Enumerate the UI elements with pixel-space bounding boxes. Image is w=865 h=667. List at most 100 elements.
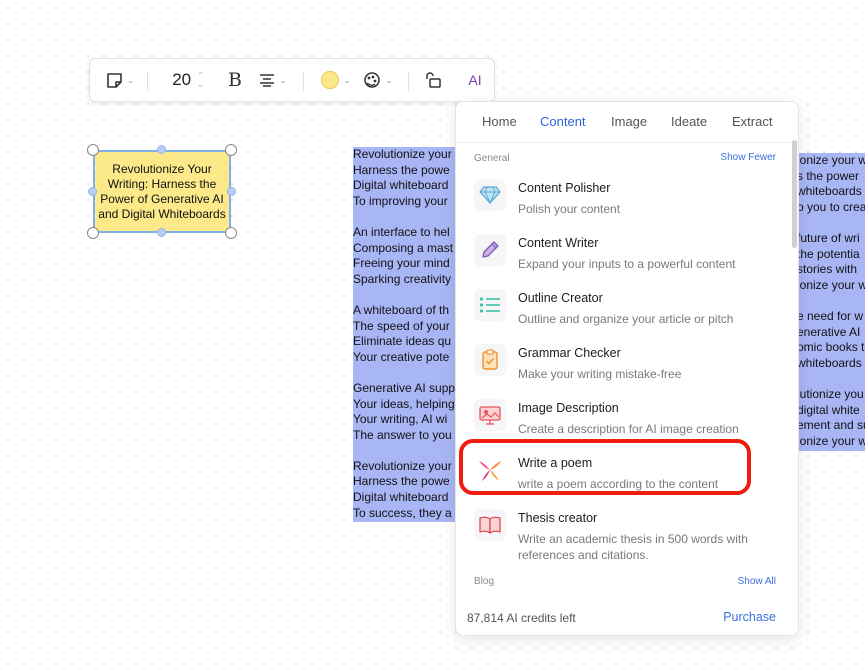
- item-title: Content Writer: [518, 236, 599, 250]
- resize-handle-bottom[interactable]: [157, 228, 166, 237]
- purchase-link[interactable]: Purchase: [723, 610, 776, 624]
- text-line: o you to crea: [797, 199, 865, 214]
- ai-label: AI: [468, 72, 482, 88]
- list-item-image-description[interactable]: Image Description Create a description f…: [474, 399, 774, 449]
- ai-panel: Home Content Image Ideate Extract Genera…: [455, 101, 799, 636]
- font-size-stepper[interactable]: 20 ⌃ ⌄: [166, 59, 210, 101]
- text-line: Harness the powe: [353, 162, 450, 177]
- text-line: Eliminate ideas qu: [353, 334, 452, 349]
- tab-image[interactable]: Image: [611, 114, 647, 129]
- chevron-down-icon: ⌄: [126, 74, 135, 85]
- resize-handle-top-left[interactable]: [87, 144, 99, 156]
- sticky-note[interactable]: Revolutionize Your Writing: Harness the …: [93, 150, 231, 233]
- item-title: Content Polisher: [518, 181, 611, 195]
- text-line: digital white: [797, 402, 860, 417]
- item-title: Image Description: [518, 401, 619, 415]
- text-line: stories with: [797, 262, 858, 277]
- item-title: Write a poem: [518, 456, 593, 470]
- align-center-icon: [260, 74, 275, 87]
- text-line: e need for w: [797, 308, 864, 323]
- text-line: ionize your w: [797, 277, 865, 292]
- tab-ideate[interactable]: Ideate: [671, 114, 707, 129]
- text-line: Freeing your mind: [353, 256, 450, 271]
- panel-scrollbar[interactable]: [792, 140, 797, 248]
- text-line: Your ideas, helping: [353, 396, 455, 411]
- text-line: Digital whiteboard: [353, 178, 449, 193]
- resize-handle-bottom-left[interactable]: [87, 227, 99, 239]
- list-item-thesis-creator[interactable]: Thesis creator Write an academic thesis …: [474, 509, 774, 562]
- chevron-down-icon: ⌄: [279, 74, 287, 85]
- list-item-write-a-poem[interactable]: Write a poem write a poem according to t…: [474, 454, 774, 504]
- item-description: Write an academic thesis in 500 words wi…: [518, 532, 748, 562]
- resize-handle-bottom-right[interactable]: [225, 227, 237, 239]
- ai-panel-tabs: Home Content Image Ideate Extract: [456, 102, 798, 143]
- fill-color-swatch: [321, 71, 340, 89]
- border-style-button[interactable]: ⌄: [360, 59, 396, 101]
- shape-type-button[interactable]: ⌄: [104, 59, 136, 101]
- text-line: ement and su: [797, 418, 865, 433]
- book-icon: [474, 509, 506, 541]
- chevron-down-icon: ⌄: [343, 74, 351, 85]
- item-title: Grammar Checker: [518, 346, 621, 360]
- tab-home[interactable]: Home: [482, 114, 517, 129]
- item-description: Polish your content: [518, 202, 621, 216]
- ai-button[interactable]: AI: [462, 59, 488, 101]
- text-line: [353, 365, 459, 381]
- pen-icon: [474, 234, 506, 266]
- text-line: [353, 287, 459, 303]
- text-line: Sparking creativity: [353, 271, 452, 286]
- show-all-link[interactable]: Show All: [738, 576, 776, 587]
- text-line: omic books t: [797, 340, 865, 355]
- text-line: Your writing, AI wi: [353, 412, 448, 427]
- bold-button[interactable]: B: [222, 59, 248, 101]
- image-presentation-icon: [474, 399, 506, 431]
- text-line: ionize your w: [797, 153, 865, 167]
- list-icon: [474, 289, 506, 321]
- selected-text-block-left[interactable]: Revolutionize your Harness the powe Digita…: [353, 147, 459, 522]
- sticky-note-text: Revolutionize Your Writing: Harness the …: [98, 161, 226, 221]
- item-description: write a poem according to the content: [518, 477, 719, 491]
- text-line: [797, 371, 865, 387]
- text-line: Revolutionize your: [353, 147, 452, 161]
- list-item-content-polisher[interactable]: Content Polisher Polish your content: [474, 179, 774, 229]
- text-line: future of wri: [797, 230, 860, 245]
- align-button[interactable]: ⌄: [256, 59, 290, 101]
- text-line: the potentia: [797, 246, 860, 261]
- resize-handle-left[interactable]: [88, 187, 97, 196]
- text-line: lutionize you: [797, 386, 864, 401]
- item-description: Expand your inputs to a powerful content: [518, 257, 736, 271]
- text-line: Harness the powe: [353, 474, 450, 489]
- text-line: Digital whiteboard: [353, 490, 449, 505]
- list-item-grammar-checker[interactable]: Grammar Checker Make your writing mistak…: [474, 344, 774, 394]
- resize-handle-top[interactable]: [157, 145, 166, 154]
- item-description: Create a description for AI image creati…: [518, 422, 739, 436]
- lock-button[interactable]: [420, 59, 446, 101]
- resize-handle-top-right[interactable]: [225, 144, 237, 156]
- text-line: s the power: [797, 168, 860, 183]
- text-line: Your creative pote: [353, 349, 450, 364]
- text-line: The speed of your: [353, 318, 450, 333]
- item-description: Make your writing mistake-free: [518, 367, 682, 381]
- credits-remaining: 87,814 AI credits left: [467, 611, 576, 625]
- stepper-arrows-icon[interactable]: ⌃ ⌄: [197, 71, 204, 89]
- tab-extract[interactable]: Extract: [732, 114, 772, 129]
- fill-color-button[interactable]: ⌄: [318, 59, 354, 101]
- resize-handle-right[interactable]: [227, 187, 236, 196]
- floating-toolbar: ⌄ 20 ⌃ ⌄ B ⌄ ⌄ ⌄ AI: [89, 58, 495, 102]
- palette-icon: [364, 72, 380, 88]
- section-label-blog: Blog: [474, 576, 495, 587]
- text-line: To improving your: [353, 193, 448, 208]
- text-line: [353, 443, 459, 459]
- show-fewer-link[interactable]: Show Fewer: [720, 152, 776, 163]
- text-line: To success, they a: [353, 505, 452, 520]
- text-line: Composing a mast: [353, 240, 454, 255]
- text-line: Revolutionize your: [353, 458, 452, 473]
- text-line: whiteboards: [797, 184, 862, 199]
- text-line: whiteboards: [797, 355, 862, 370]
- list-item-content-writer[interactable]: Content Writer Expand your inputs to a p…: [474, 234, 774, 284]
- list-item-outline-creator[interactable]: Outline Creator Outline and organize you…: [474, 289, 774, 339]
- tab-content[interactable]: Content: [540, 114, 586, 129]
- item-title: Outline Creator: [518, 291, 603, 305]
- chevron-down-icon: ⌄: [385, 74, 393, 85]
- selected-text-block-right[interactable]: ionize your ws the power whiteboards o you…: [797, 153, 865, 451]
